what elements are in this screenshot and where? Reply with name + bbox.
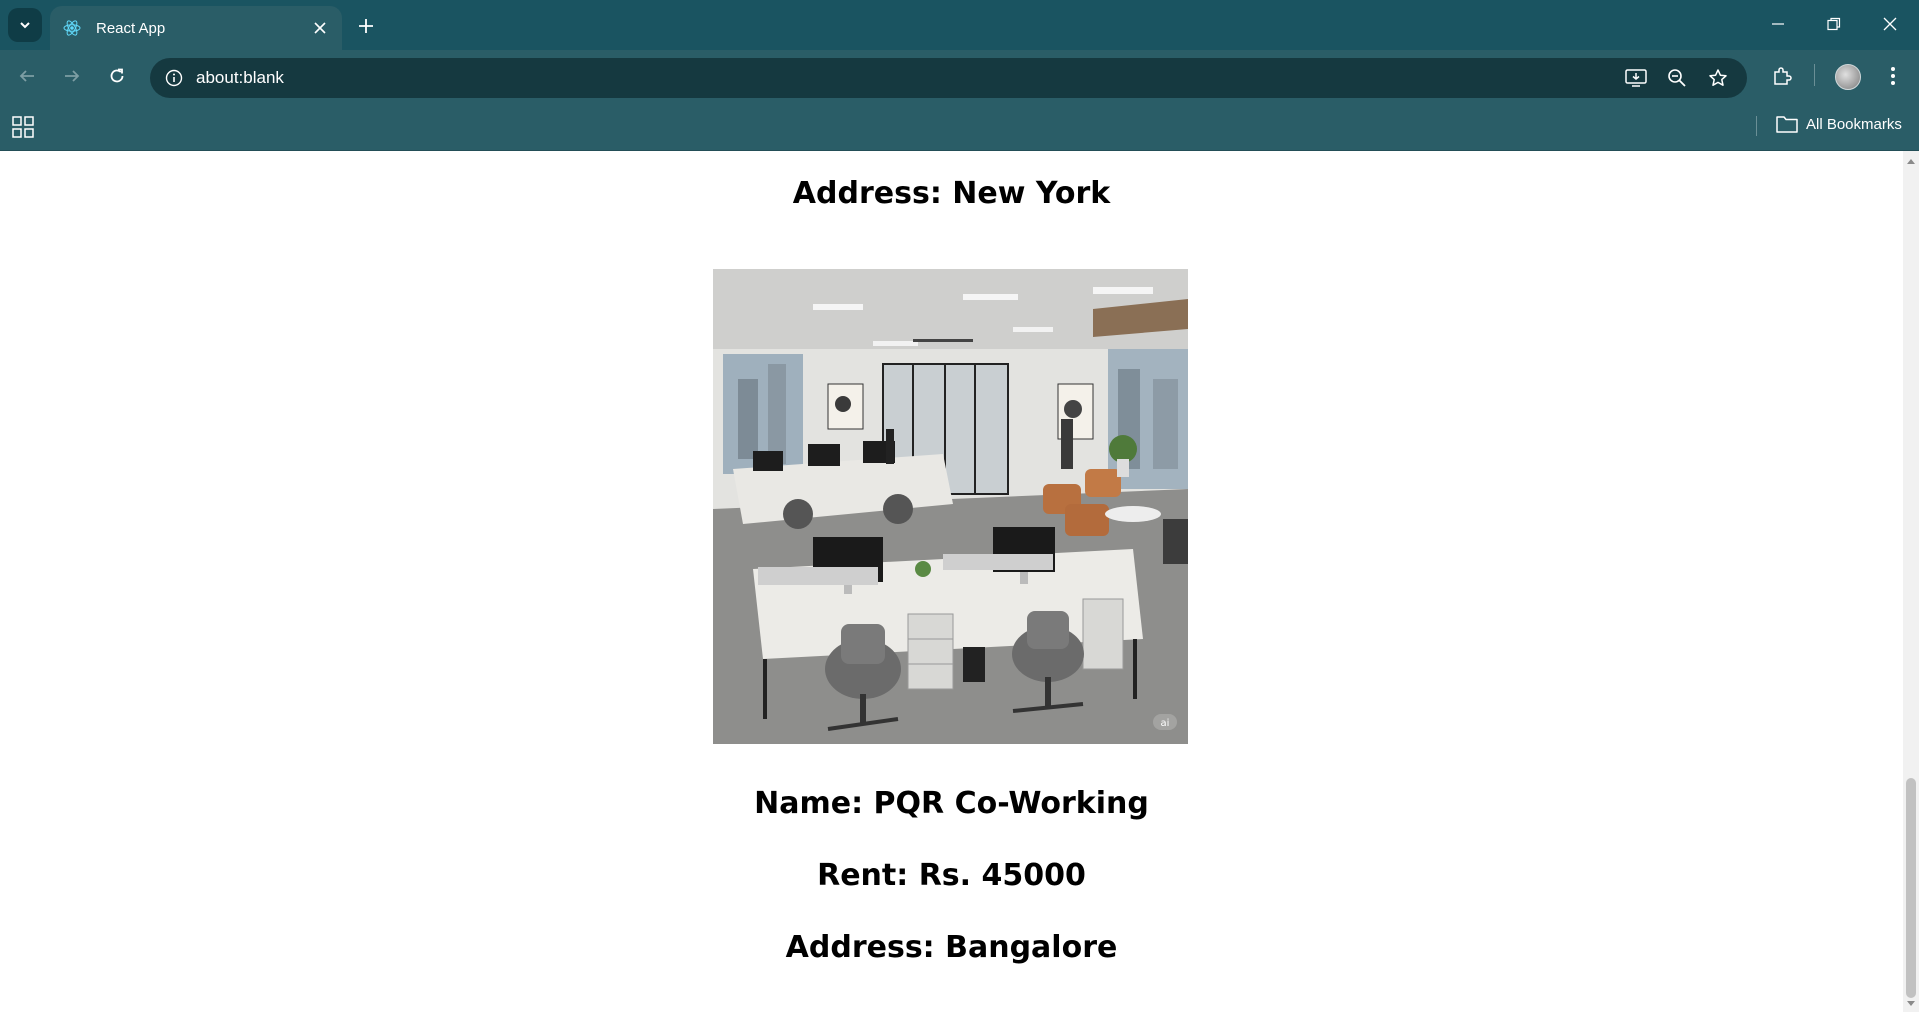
react-logo-icon: [62, 18, 82, 38]
back-button[interactable]: [11, 60, 43, 92]
apps-grid-icon[interactable]: [12, 116, 34, 138]
reload-icon: [110, 68, 124, 83]
restore-icon: [1827, 17, 1841, 31]
arrow-left-icon: [19, 70, 34, 82]
zoom-out-icon[interactable]: [1665, 66, 1689, 90]
listing-rent: Rent: Rs. 45000: [817, 858, 1086, 893]
close-icon: [1883, 17, 1897, 31]
scroll-up-arrow-icon[interactable]: [1903, 155, 1919, 167]
toolbar-divider: [1814, 64, 1815, 86]
close-tab-icon[interactable]: [310, 18, 330, 38]
scroll-down-arrow-icon[interactable]: [1903, 998, 1919, 1010]
previous-listing-address: Address: New York: [792, 176, 1111, 211]
vertical-scrollbar[interactable]: [1903, 151, 1919, 1012]
forward-button[interactable]: [56, 60, 88, 92]
all-bookmarks-button[interactable]: All Bookmarks: [1776, 115, 1902, 133]
all-bookmarks-label: All Bookmarks: [1806, 115, 1902, 133]
profile-avatar[interactable]: [1835, 64, 1861, 90]
page-viewport: Address: New York ai Name: PQR Co-Workin…: [0, 151, 1903, 1012]
tab-title: React App: [96, 19, 166, 37]
scrollbar-thumb[interactable]: [1906, 778, 1916, 998]
tab-strip: React App: [0, 0, 1919, 50]
tab-search-button[interactable]: [8, 8, 42, 42]
folder-icon: [1776, 116, 1798, 133]
minimize-button[interactable]: [1750, 0, 1806, 48]
more-vertical-icon: [1891, 67, 1895, 85]
tab-react-app[interactable]: React App: [50, 6, 342, 50]
close-window-button[interactable]: [1862, 0, 1918, 48]
extensions-button[interactable]: [1766, 60, 1798, 92]
browser-toolbar: about:blank: [0, 50, 1919, 102]
listing-name: Name: PQR Co-Working: [754, 786, 1149, 821]
install-app-icon[interactable]: [1624, 66, 1648, 90]
chevron-down-icon: [20, 22, 30, 29]
reload-button[interactable]: [101, 60, 133, 92]
site-info-icon[interactable]: [162, 66, 186, 90]
minimize-icon: [1772, 23, 1784, 25]
bookmark-star-icon[interactable]: [1706, 66, 1730, 90]
url-text: about:blank: [196, 68, 284, 87]
plus-icon: [359, 19, 373, 33]
listing-address: Address: Bangalore: [785, 930, 1118, 965]
menu-button[interactable]: [1877, 60, 1909, 92]
restore-button[interactable]: [1806, 0, 1862, 48]
address-bar[interactable]: about:blank: [150, 58, 1747, 98]
new-tab-button[interactable]: [352, 12, 380, 40]
puzzle-icon: [1774, 67, 1792, 85]
arrow-right-icon: [65, 70, 80, 82]
bookmarks-bar: All Bookmarks: [0, 102, 1919, 151]
listing-photo: ai: [713, 269, 1188, 744]
ai-badge: ai: [1161, 718, 1170, 729]
bookmarks-divider: [1756, 116, 1757, 136]
